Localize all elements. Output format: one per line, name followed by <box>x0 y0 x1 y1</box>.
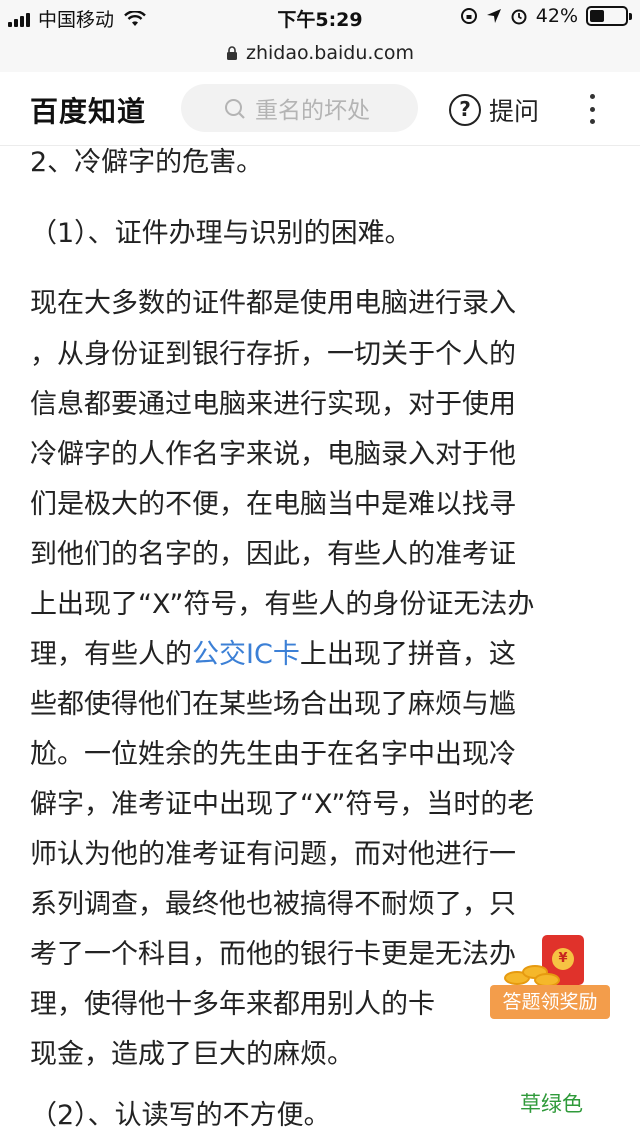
site-logo[interactable]: 百度知道 <box>30 90 146 130</box>
content-line: 些都使得他们在某些场合出现了麻烦与尴 <box>30 689 516 720</box>
reward-button[interactable]: 答题领奖励 <box>490 985 610 1019</box>
battery-fill <box>590 10 605 22</box>
search-text: 重名的坏处 <box>255 98 370 124</box>
question-icon: ? <box>449 94 481 126</box>
answer-reward-widget[interactable]: ¥ 答题领奖励 <box>490 935 610 1021</box>
content-line: ，从身份证到银行存折，一切关于个人的 <box>30 339 516 370</box>
content-text: 理，有些人的 <box>30 639 192 670</box>
content-line: 到他们的名字的，因此，有些人的准考证 <box>30 539 516 570</box>
battery-icon <box>586 6 632 26</box>
ask-button[interactable]: ? 提问 <box>449 92 539 128</box>
ic-card-link[interactable]: 公交IC卡 <box>192 639 300 670</box>
content-line: 考了一个科目，而他的银行卡更是无法办 <box>30 939 516 970</box>
content-line: 现在大多数的证件都是使用电脑进行录入 <box>30 288 516 319</box>
content-line-with-link: 理，有些人的公交IC卡上出现了拼音，这 <box>30 638 516 672</box>
content-line: 上出现了“X”符号，有些人的身份证无法办 <box>30 589 535 620</box>
search-box[interactable]: 重名的坏处 <box>181 84 418 132</box>
site-header: 百度知道 重名的坏处 ? 提问 <box>0 72 640 146</box>
battery-percent: 42% <box>535 5 578 27</box>
status-bar: 中国移动 下午5:29 42% <box>0 0 640 34</box>
url-bar[interactable]: zhidao.baidu.com <box>0 34 640 72</box>
color-tag: 草绿色 <box>520 1092 583 1116</box>
more-menu-icon[interactable] <box>588 94 596 124</box>
lock-icon <box>226 46 237 60</box>
coins-icon <box>504 961 560 987</box>
status-right: 42% <box>460 5 632 27</box>
content-line: 2、冷僻字的危害。 <box>30 147 264 178</box>
content-line: （2）、认读写的不方便。 <box>30 1100 331 1131</box>
content-line: 理，使得他十多年来都用别人的卡 <box>30 989 435 1020</box>
content-line: 现金，造成了巨大的麻烦。 <box>30 1039 354 1070</box>
orientation-lock-icon <box>460 8 477 24</box>
content-text: 上出现了拼音，这 <box>299 639 516 670</box>
url-text: zhidao.baidu.com <box>245 42 415 64</box>
content-line: 信息都要通过电脑来进行实现，对于使用 <box>30 389 516 420</box>
location-icon <box>486 9 501 23</box>
content-line: （1）、证件办理与识别的困难。 <box>30 218 412 249</box>
alarm-icon <box>511 9 527 25</box>
ask-label: 提问 <box>489 97 540 126</box>
search-icon <box>225 99 245 119</box>
content-line: 系列调查，最终他也被搞得不耐烦了，只 <box>30 889 516 920</box>
content-line: 尬。一位姓余的先生由于在名字中出现冷 <box>30 739 516 770</box>
content-line: 僻字，准考证中出现了“X”符号，当时的老 <box>30 789 535 820</box>
content-line: 师认为他的准考证有问题，而对他进行一 <box>30 839 516 870</box>
content-line: 们是极大的不便，在电脑当中是难以找寻 <box>30 489 516 520</box>
content-line: 冷僻字的人作名字来说，电脑录入对于他 <box>30 439 516 470</box>
